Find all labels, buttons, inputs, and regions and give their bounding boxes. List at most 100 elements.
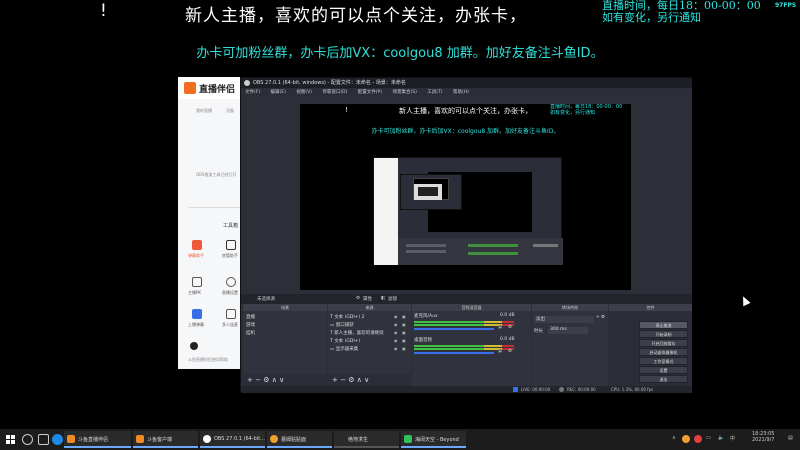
volume-slider[interactable]: [414, 352, 494, 354]
room-manager-icon[interactable]: [226, 240, 236, 250]
duration-input[interactable]: 300 ms: [548, 327, 588, 334]
eye-icon[interactable]: ◉: [394, 330, 398, 335]
stop-streaming-button[interactable]: 停止推流: [639, 321, 688, 329]
taskbar-task[interactable]: 海阔天空 - Beyond: [401, 431, 466, 448]
source-config-icon[interactable]: ⚙: [348, 376, 354, 384]
lock-icon[interactable]: ▣: [402, 330, 406, 335]
edge-icon[interactable]: [52, 434, 63, 445]
add-source-icon[interactable]: +: [332, 376, 338, 384]
add-transition-icon[interactable]: +: [596, 315, 600, 320]
virtual-camera-button[interactable]: 启动虚拟摄像机: [639, 348, 688, 356]
eye-icon[interactable]: ◉: [394, 338, 398, 343]
scene-down-icon[interactable]: ∨: [279, 376, 284, 384]
obs-window[interactable]: OBS 27.0.1 (64-bit, windows) - 配置文件：未命名 …: [240, 77, 692, 393]
eye-icon[interactable]: ◉: [394, 322, 398, 327]
settings-button[interactable]: 设置: [639, 366, 688, 374]
tray-app-icon[interactable]: [682, 435, 690, 443]
tray-expand-icon[interactable]: ∧: [672, 435, 676, 441]
speaker-icon[interactable]: 🔈: [498, 325, 504, 330]
lock-icon[interactable]: ▣: [402, 346, 406, 351]
source-item[interactable]: T 新人主播，喜欢的请继续: [330, 330, 384, 336]
preview-schedule-line2: 如有变化，另行通知: [550, 110, 596, 116]
volume-slider[interactable]: [414, 328, 494, 330]
tool-label-4: 上播弹幕: [188, 322, 204, 327]
remove-source-icon[interactable]: −: [340, 376, 346, 384]
transition-gear-icon[interactable]: ⚙: [601, 315, 605, 320]
eye-icon[interactable]: ◉: [394, 346, 398, 351]
menu-view[interactable]: 视图(V): [296, 90, 312, 95]
studio-mode-button[interactable]: 工作室模式: [639, 357, 688, 365]
mixer-channel-db: 0.0 dB: [500, 313, 515, 318]
scene-item[interactable]: 直播: [246, 314, 255, 320]
source-item[interactable]: ▭ 窗口捕获: [330, 322, 354, 328]
start-recording-button[interactable]: 开始录制: [639, 330, 688, 338]
scene-up-icon[interactable]: ∧: [272, 376, 277, 384]
duration-label: 时长: [534, 329, 543, 334]
clock[interactable]: 18:23:05 2021/9/7: [752, 431, 774, 443]
multi-mic-icon[interactable]: [226, 309, 236, 319]
recursive-bar: [468, 252, 518, 255]
obs-menubar: 文件(F) 编辑(E) 视图(V) 停靠窗口(D) 配置文件(P) 场景集合(S…: [241, 88, 692, 97]
taskbar: 斗鱼直播伴侣 斗鱼客户端 OBS 27.0.1 (64-bit... 蕾姆贴贴面…: [0, 429, 800, 450]
windows-start-icon[interactable]: [6, 435, 15, 444]
taskbar-task[interactable]: 斗鱼客户端: [133, 431, 198, 448]
taskbar-task[interactable]: 蕾姆贴贴面: [267, 431, 332, 448]
douyu-helper-title: 直播伴侣: [199, 85, 236, 95]
notification-icon[interactable]: ▤: [788, 435, 793, 441]
upload-danmu-icon[interactable]: [192, 309, 202, 319]
search-icon[interactable]: [22, 434, 33, 445]
obs-app-icon: [203, 435, 211, 443]
taskbar-task[interactable]: 绝地求生: [334, 431, 399, 448]
remove-scene-icon[interactable]: −: [255, 376, 261, 384]
tray-app-icon[interactable]: [694, 435, 702, 443]
replay-buffer-button[interactable]: 开启回放缓存: [639, 339, 688, 347]
douyu-menu-right[interactable]: 设备: [226, 108, 234, 114]
mixer-gear-icon[interactable]: ⚙: [508, 325, 512, 330]
network-icon[interactable]: ▭: [706, 435, 711, 441]
source-item[interactable]: ▭ 显示器采集: [330, 346, 358, 352]
recursive-bar: [406, 244, 446, 247]
filters-button[interactable]: 滤镜: [388, 296, 397, 302]
mixer-header: 音频混音器: [412, 304, 531, 311]
menu-scene-collection[interactable]: 场景集合(S): [392, 90, 416, 95]
transition-select[interactable]: 淡出: [534, 316, 594, 323]
menu-profile[interactable]: 配置文件(P): [358, 90, 382, 95]
douyu-menu-left[interactable]: 我的直播: [196, 108, 212, 114]
scenes-header: 场景: [243, 304, 327, 311]
douyu-helper-window[interactable]: 直播伴侣 我的直播 设备 OBS推流工具已经打开 工具箱 弹幕助手 房管助手 主…: [178, 77, 246, 369]
help-icon[interactable]: [190, 342, 198, 350]
source-down-icon[interactable]: ∨: [364, 376, 369, 384]
menu-tools[interactable]: 工具(T): [427, 90, 442, 95]
pk-icon[interactable]: [192, 277, 202, 287]
speaker-icon[interactable]: 🔈: [498, 349, 504, 354]
danmu-assistant-icon[interactable]: [192, 240, 202, 250]
source-up-icon[interactable]: ∧: [357, 376, 362, 384]
gear-icon[interactable]: ⚙: [356, 296, 360, 301]
lock-icon[interactable]: ▣: [402, 314, 406, 319]
source-item[interactable]: T 文本 (GDI+) 2: [330, 314, 364, 320]
settings-icon[interactable]: [226, 277, 236, 287]
menu-help[interactable]: 帮助(H): [453, 90, 469, 95]
lock-icon[interactable]: ▣: [402, 322, 406, 327]
properties-button[interactable]: 属性: [363, 296, 372, 302]
scene-config-icon[interactable]: ⚙: [263, 376, 269, 384]
task-view-icon[interactable]: [38, 434, 49, 445]
source-item[interactable]: T 文本 (GDI+): [330, 338, 360, 344]
ime-icon[interactable]: 中: [730, 435, 735, 442]
scene-item[interactable]: 游戏: [246, 322, 255, 328]
mixer-gear-icon[interactable]: ⚙: [508, 349, 512, 354]
taskbar-task[interactable]: OBS 27.0.1 (64-bit...: [200, 431, 265, 448]
volume-icon[interactable]: 🔈: [718, 435, 724, 441]
scene-item[interactable]: 挂机: [246, 330, 255, 336]
obs-preview[interactable]: ! 新人主播，喜欢的可以点个关注，办张卡， 直播时间，每日18：00-00：00…: [300, 104, 631, 290]
menu-docks[interactable]: 停靠窗口(D): [322, 90, 347, 95]
eye-icon[interactable]: ◉: [394, 314, 398, 319]
taskbar-task[interactable]: 斗鱼直播伴侣: [64, 431, 131, 448]
lock-icon[interactable]: ▣: [402, 338, 406, 343]
add-scene-icon[interactable]: +: [247, 376, 253, 384]
menu-edit[interactable]: 编辑(E): [271, 90, 286, 95]
exit-button[interactable]: 退出: [639, 375, 688, 383]
filter-icon[interactable]: ◧: [381, 296, 385, 301]
browser-app-icon: [270, 435, 278, 443]
menu-file[interactable]: 文件(F): [245, 90, 260, 95]
